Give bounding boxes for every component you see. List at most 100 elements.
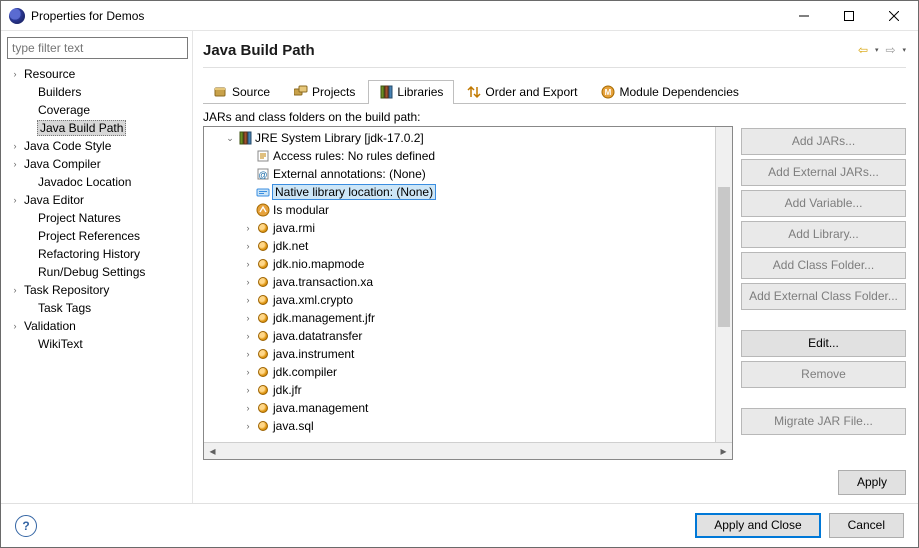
package-icon — [256, 347, 270, 361]
expand-icon[interactable]: › — [242, 295, 254, 305]
tree-row[interactable]: ›jdk.net — [204, 237, 732, 255]
tree-row[interactable]: › java.sql — [204, 417, 732, 435]
scroll-left-icon[interactable]: ◂ — [204, 443, 221, 460]
nav-item[interactable]: ·Project References — [7, 227, 188, 245]
expand-icon[interactable]: › — [9, 195, 21, 205]
svg-text:M: M — [605, 88, 612, 97]
tree-row[interactable]: ›jdk.compiler — [204, 363, 732, 381]
edit-button[interactable]: Edit... — [741, 330, 906, 357]
tree-row[interactable]: ›java.management — [204, 399, 732, 417]
expand-icon[interactable]: › — [9, 69, 21, 79]
apply-button[interactable]: Apply — [838, 470, 906, 495]
nav-label: Task Repository — [23, 283, 110, 297]
forward-menu-caret[interactable]: ▾ — [902, 46, 906, 54]
nav-label: Java Code Style — [23, 139, 112, 153]
tree-row-label: jdk.management.jfr — [272, 311, 376, 325]
tree-row[interactable]: ›java.transaction.xa — [204, 273, 732, 291]
projects-icon — [294, 85, 308, 99]
nav-item[interactable]: ·WikiText — [7, 335, 188, 353]
nav-label: WikiText — [37, 337, 84, 351]
libraries-tree[interactable]: ⌄JRE System Library [jdk-17.0.2]·Access … — [203, 126, 733, 460]
tree-row[interactable]: ⌄JRE System Library [jdk-17.0.2] — [204, 129, 732, 147]
scroll-right-icon[interactable]: ▸ — [715, 443, 732, 460]
nav-item[interactable]: ›Java Compiler — [7, 155, 188, 173]
expand-icon[interactable]: › — [242, 241, 254, 251]
app-icon — [9, 8, 25, 24]
nav-item[interactable]: ›Resource — [7, 65, 188, 83]
nav-label: Project References — [37, 229, 141, 243]
expand-icon[interactable]: › — [242, 385, 254, 395]
tab-module-dependencies[interactable]: M Module Dependencies — [590, 80, 749, 104]
tree-row[interactable]: ›java.datatransfer — [204, 327, 732, 345]
expand-icon[interactable]: › — [242, 259, 254, 269]
horizontal-scrollbar[interactable]: ◂ ▸ — [204, 442, 732, 459]
tree-row[interactable]: ·@External annotations: (None) — [204, 165, 732, 183]
expand-icon[interactable]: › — [242, 349, 254, 359]
nav-item[interactable]: ·Task Tags — [7, 299, 188, 317]
expand-icon[interactable]: › — [242, 277, 254, 287]
scrollbar-thumb[interactable] — [718, 187, 730, 327]
tree-row-label: jdk.jfr — [272, 383, 303, 397]
forward-button[interactable]: ⇨ — [882, 42, 898, 58]
nav-item[interactable]: ·Coverage — [7, 101, 188, 119]
tab-projects[interactable]: Projects — [283, 80, 366, 104]
expand-icon[interactable]: › — [242, 367, 254, 377]
nav-label: Refactoring History — [37, 247, 141, 261]
nav-label: Resource — [23, 67, 76, 81]
list-caption: JARs and class folders on the build path… — [203, 110, 733, 124]
back-menu-caret[interactable]: ▾ — [875, 46, 879, 54]
tree-row[interactable]: › jdk.management.jfr — [204, 309, 732, 327]
nav-item[interactable]: ›Java Editor — [7, 191, 188, 209]
help-button[interactable]: ? — [15, 515, 37, 537]
nav-item[interactable]: ›Task Repository — [7, 281, 188, 299]
tab-libraries[interactable]: Libraries — [368, 80, 454, 104]
back-button[interactable]: ⇦ — [855, 42, 871, 58]
add-external-class-folder-button: Add External Class Folder... — [741, 283, 906, 310]
expand-icon[interactable]: ⌄ — [224, 133, 236, 144]
tree-row[interactable]: ›java.xml.crypto — [204, 291, 732, 309]
package-icon — [256, 401, 270, 415]
tree-row[interactable]: ›jdk.nio.mapmode — [204, 255, 732, 273]
tree-row[interactable]: ·Access rules: No rules defined — [204, 147, 732, 165]
expand-icon[interactable]: › — [242, 421, 254, 431]
filter-input[interactable] — [7, 37, 188, 59]
package-icon — [256, 329, 270, 343]
tree-row[interactable]: › jdk.jfr — [204, 381, 732, 399]
close-button[interactable] — [871, 1, 916, 31]
category-tree[interactable]: ›Resource·Builders·Coverage·Java Build P… — [7, 65, 188, 353]
nav-item[interactable]: ·Javadoc Location — [7, 173, 188, 191]
vertical-scrollbar[interactable] — [715, 127, 732, 442]
nav-item[interactable]: ·Refactoring History — [7, 245, 188, 263]
apply-and-close-button[interactable]: Apply and Close — [695, 513, 820, 538]
nav-item[interactable]: ·Run/Debug Settings — [7, 263, 188, 281]
maximize-button[interactable] — [826, 1, 871, 31]
package-icon — [256, 293, 270, 307]
tab-order-and-export[interactable]: Order and Export — [456, 80, 588, 104]
cancel-button[interactable]: Cancel — [829, 513, 904, 538]
tab-label: Module Dependencies — [619, 85, 738, 99]
expand-icon[interactable]: › — [9, 141, 21, 151]
nav-item[interactable]: ›Validation — [7, 317, 188, 335]
nav-item[interactable]: ·Java Build Path — [7, 119, 188, 137]
expand-icon[interactable]: › — [9, 159, 21, 169]
tree-row[interactable]: ›java.rmi — [204, 219, 732, 237]
tree-row[interactable]: ·Is modular — [204, 201, 732, 219]
tree-row-label: java.sql — [272, 419, 315, 433]
tree-row[interactable]: ·Native library location: (None) — [204, 183, 732, 201]
page-nav: ⇦ ▾ ⇨ ▾ — [855, 42, 906, 58]
nav-item[interactable]: ·Builders — [7, 83, 188, 101]
tree-row[interactable]: ›java.instrument — [204, 345, 732, 363]
minimize-button[interactable] — [781, 1, 826, 31]
expand-icon[interactable]: › — [9, 321, 21, 331]
expand-icon[interactable]: › — [9, 285, 21, 295]
package-icon — [256, 365, 270, 379]
nav-item[interactable]: ›Java Code Style — [7, 137, 188, 155]
expand-icon[interactable]: › — [242, 331, 254, 341]
tab-source[interactable]: Source — [203, 80, 281, 104]
expand-icon[interactable]: › — [242, 223, 254, 233]
add-library-button: Add Library... — [741, 221, 906, 248]
package-icon — [256, 383, 270, 397]
nav-item[interactable]: ·Project Natures — [7, 209, 188, 227]
expand-icon[interactable]: › — [242, 403, 254, 413]
expand-icon[interactable]: › — [242, 313, 254, 323]
